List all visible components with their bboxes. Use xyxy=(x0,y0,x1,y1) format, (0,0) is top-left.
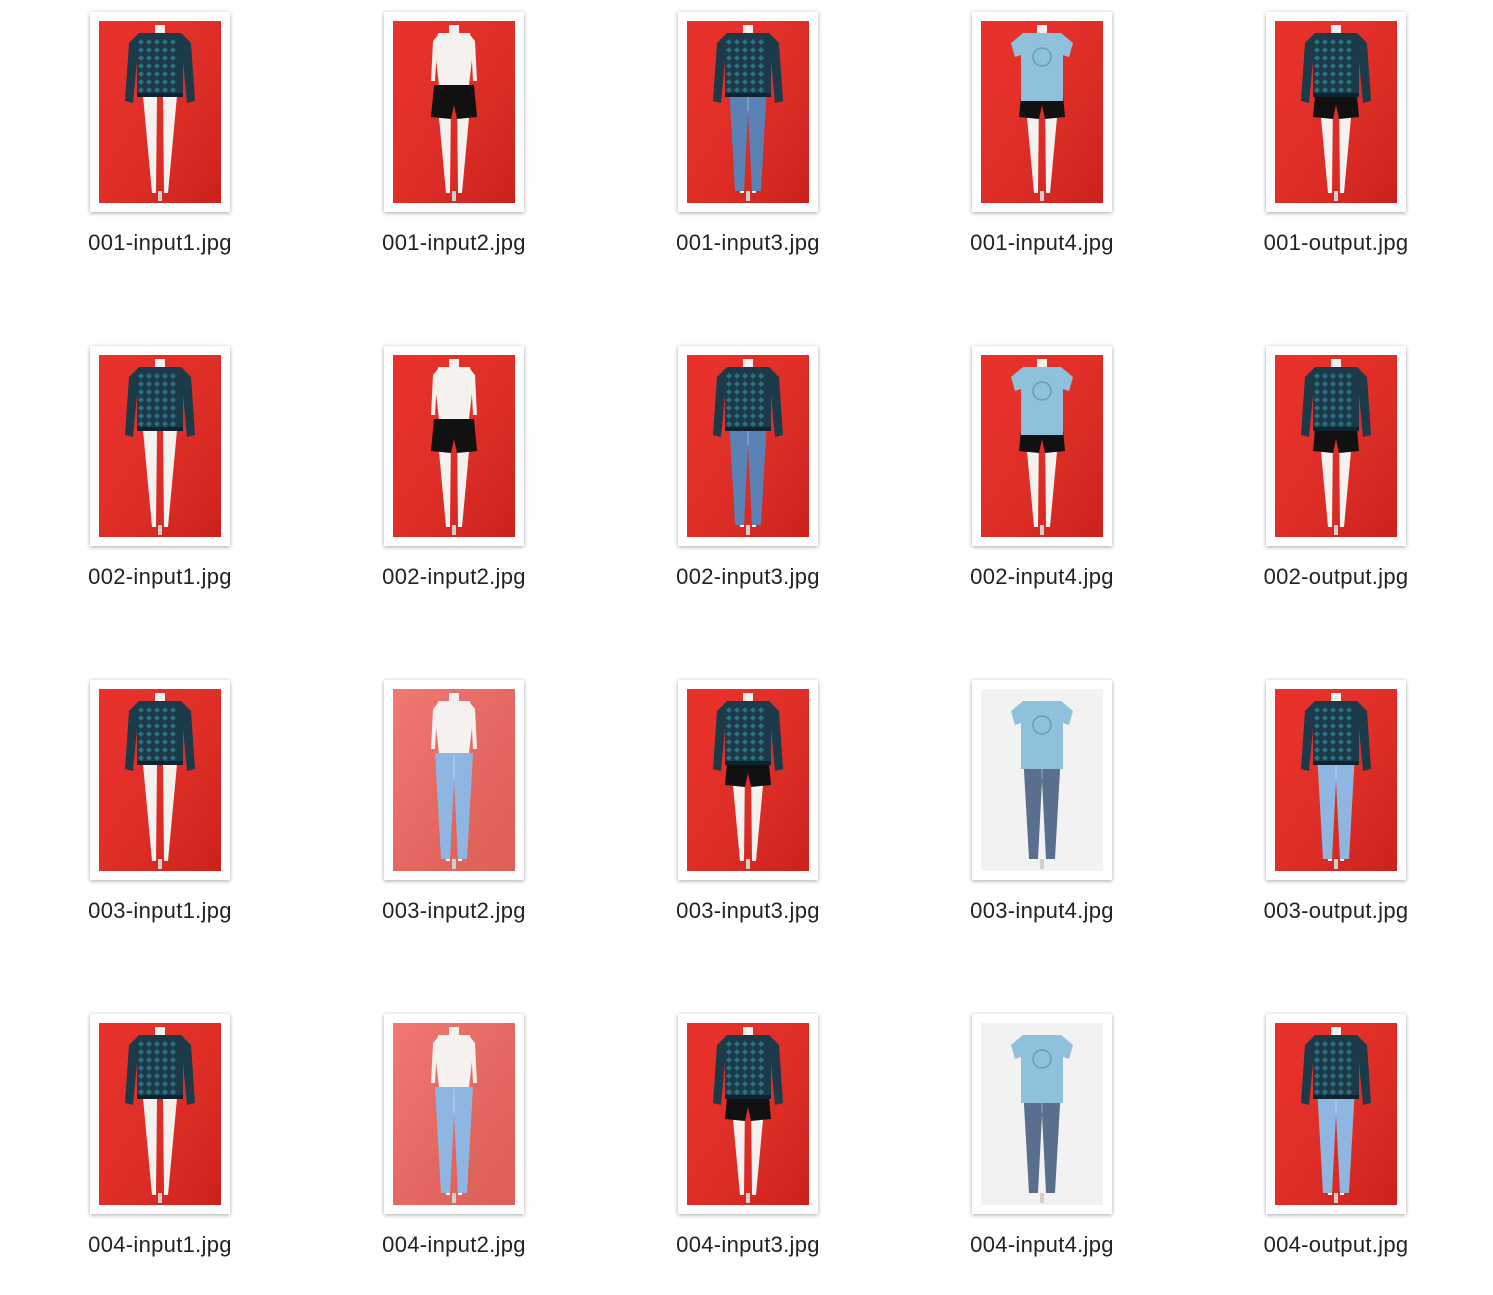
mannequin-photo xyxy=(687,21,809,203)
mannequin-photo xyxy=(687,689,809,871)
mannequin-photo xyxy=(981,1023,1103,1205)
file-thumbnail[interactable] xyxy=(972,12,1112,212)
file-name-label[interactable]: 003-output.jpg xyxy=(1216,898,1456,924)
file-item[interactable]: 004-output.jpg xyxy=(1216,1002,1456,1292)
file-name-label[interactable]: 002-output.jpg xyxy=(1216,564,1456,590)
file-name-label[interactable]: 004-input1.jpg xyxy=(40,1232,280,1258)
mannequin-photo xyxy=(1275,1023,1397,1205)
file-thumbnail[interactable] xyxy=(384,12,524,212)
file-name-label[interactable]: 003-input3.jpg xyxy=(628,898,868,924)
file-thumbnail[interactable] xyxy=(1266,680,1406,880)
file-item[interactable]: 004-input2.jpg xyxy=(334,1002,574,1292)
file-item[interactable]: 004-input4.jpg xyxy=(922,1002,1162,1292)
file-thumbnail[interactable] xyxy=(90,1014,230,1214)
mannequin-photo xyxy=(393,1023,515,1205)
file-name-label[interactable]: 004-output.jpg xyxy=(1216,1232,1456,1258)
mannequin-photo xyxy=(981,21,1103,203)
mannequin-photo xyxy=(1275,355,1397,537)
mannequin-photo xyxy=(687,355,809,537)
file-name-label[interactable]: 003-input1.jpg xyxy=(40,898,280,924)
file-name-label[interactable]: 002-input3.jpg xyxy=(628,564,868,590)
file-name-label[interactable]: 004-input3.jpg xyxy=(628,1232,868,1258)
file-item[interactable]: 001-input4.jpg xyxy=(922,0,1162,290)
mannequin-photo xyxy=(1275,21,1397,203)
file-thumbnail[interactable] xyxy=(1266,12,1406,212)
file-item[interactable]: 003-input1.jpg xyxy=(40,668,280,958)
file-item[interactable]: 003-output.jpg xyxy=(1216,668,1456,958)
file-thumbnail[interactable] xyxy=(384,346,524,546)
file-thumbnail[interactable] xyxy=(90,680,230,880)
file-name-label[interactable]: 004-input4.jpg xyxy=(922,1232,1162,1258)
mannequin-photo xyxy=(981,689,1103,871)
file-name-label[interactable]: 001-input2.jpg xyxy=(334,230,574,256)
file-item[interactable]: 002-output.jpg xyxy=(1216,334,1456,624)
file-thumbnail[interactable] xyxy=(678,12,818,212)
file-name-label[interactable]: 002-input2.jpg xyxy=(334,564,574,590)
file-thumbnail[interactable] xyxy=(972,680,1112,880)
file-name-label[interactable]: 003-input2.jpg xyxy=(334,898,574,924)
file-thumbnail[interactable] xyxy=(384,680,524,880)
file-item[interactable]: 001-output.jpg xyxy=(1216,0,1456,290)
file-name-label[interactable]: 001-input3.jpg xyxy=(628,230,868,256)
file-item[interactable]: 002-input2.jpg xyxy=(334,334,574,624)
file-item[interactable]: 001-input2.jpg xyxy=(334,0,574,290)
file-thumbnail[interactable] xyxy=(1266,346,1406,546)
file-name-label[interactable]: 001-input4.jpg xyxy=(922,230,1162,256)
mannequin-photo xyxy=(99,689,221,871)
file-name-label[interactable]: 004-input2.jpg xyxy=(334,1232,574,1258)
mannequin-photo xyxy=(981,355,1103,537)
file-name-label[interactable]: 001-output.jpg xyxy=(1216,230,1456,256)
mannequin-photo xyxy=(99,21,221,203)
mannequin-photo xyxy=(1275,689,1397,871)
file-thumbnail[interactable] xyxy=(90,12,230,212)
file-thumbnail[interactable] xyxy=(678,1014,818,1214)
file-name-label[interactable]: 002-input4.jpg xyxy=(922,564,1162,590)
file-item[interactable]: 002-input3.jpg xyxy=(628,334,868,624)
file-name-label[interactable]: 001-input1.jpg xyxy=(40,230,280,256)
file-item[interactable]: 002-input4.jpg xyxy=(922,334,1162,624)
mannequin-photo xyxy=(393,21,515,203)
file-thumbnail[interactable] xyxy=(90,346,230,546)
file-item[interactable]: 003-input2.jpg xyxy=(334,668,574,958)
file-item[interactable]: 003-input4.jpg xyxy=(922,668,1162,958)
mannequin-photo xyxy=(99,355,221,537)
mannequin-photo xyxy=(687,1023,809,1205)
file-thumbnail[interactable] xyxy=(678,680,818,880)
file-thumbnail[interactable] xyxy=(678,346,818,546)
file-thumbnail[interactable] xyxy=(972,346,1112,546)
mannequin-photo xyxy=(393,355,515,537)
file-item[interactable]: 002-input1.jpg xyxy=(40,334,280,624)
file-item[interactable]: 001-input1.jpg xyxy=(40,0,280,290)
file-thumbnail[interactable] xyxy=(1266,1014,1406,1214)
file-grid: 001-input1.jpg 001-input2.jpg 001-input3… xyxy=(0,0,1493,1295)
file-item[interactable]: 003-input3.jpg xyxy=(628,668,868,958)
mannequin-photo xyxy=(99,1023,221,1205)
file-item[interactable]: 004-input1.jpg xyxy=(40,1002,280,1292)
file-item[interactable]: 004-input3.jpg xyxy=(628,1002,868,1292)
file-thumbnail[interactable] xyxy=(384,1014,524,1214)
mannequin-photo xyxy=(393,689,515,871)
file-name-label[interactable]: 003-input4.jpg xyxy=(922,898,1162,924)
file-thumbnail[interactable] xyxy=(972,1014,1112,1214)
file-item[interactable]: 001-input3.jpg xyxy=(628,0,868,290)
file-name-label[interactable]: 002-input1.jpg xyxy=(40,564,280,590)
